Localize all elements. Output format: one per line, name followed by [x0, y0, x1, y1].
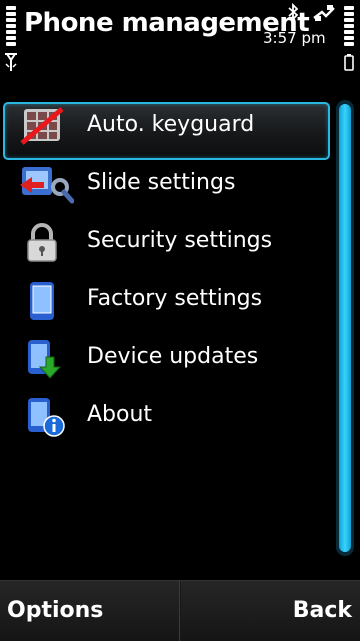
- softkey-bar: Options Back: [0, 580, 360, 641]
- slide-settings-icon: [20, 167, 74, 204]
- menu-item-label: Auto. keyguard: [87, 112, 255, 137]
- menu-item-auto-keyguard[interactable]: Auto. keyguard: [0, 98, 334, 160]
- lock-icon: [27, 223, 57, 262]
- menu-item-label: Security settings: [87, 228, 273, 253]
- menu-item-label: About: [87, 402, 153, 427]
- signal-strength-bars: [5, 6, 17, 48]
- info-phone-icon: [28, 398, 65, 437]
- download-phone-icon: [28, 340, 62, 379]
- battery-level-bars: [343, 6, 355, 48]
- scrollbar-thumb[interactable]: [339, 104, 351, 552]
- menu-item-device-updates[interactable]: Device updates: [0, 330, 334, 388]
- status-bar: Phone management 3:57 pm: [0, 0, 360, 84]
- menu-item-about[interactable]: About: [0, 388, 334, 446]
- phone-icon: [30, 282, 54, 320]
- bluetooth-icon: [288, 3, 299, 21]
- menu-item-slide-settings[interactable]: Slide settings: [0, 156, 334, 214]
- clock: 3:57 pm: [263, 29, 326, 47]
- battery-icon: [344, 54, 354, 71]
- menu-item-label: Slide settings: [87, 170, 236, 195]
- menu-item-security-settings[interactable]: Security settings: [0, 214, 334, 272]
- menu-list: Auto. keyguard Slide settings Security s…: [0, 98, 334, 446]
- back-softkey[interactable]: Back: [181, 581, 360, 641]
- antenna-icon: [5, 53, 17, 71]
- menu-item-factory-settings[interactable]: Factory settings: [0, 272, 334, 330]
- menu-item-label: Factory settings: [87, 286, 263, 311]
- options-softkey[interactable]: Options: [0, 581, 180, 641]
- keyguard-icon: [20, 107, 64, 145]
- menu-item-label: Device updates: [87, 344, 259, 369]
- packet-data-icon: [313, 5, 335, 21]
